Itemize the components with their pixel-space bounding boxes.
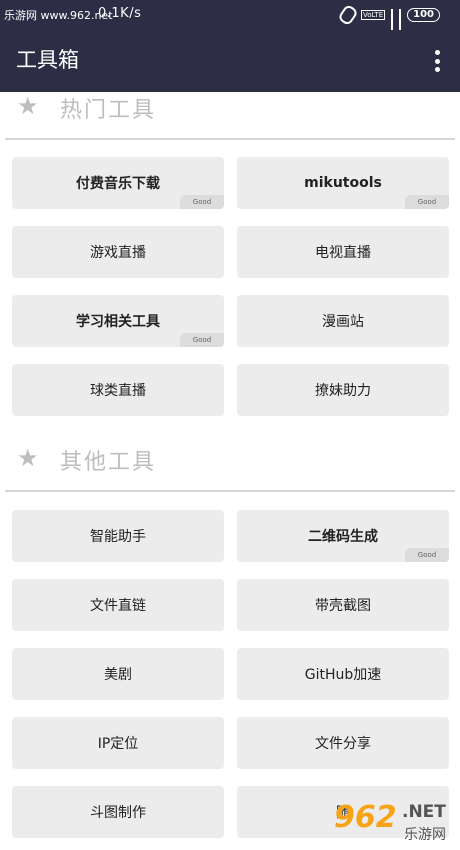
tool-card[interactable]: 二维码生成 Good — [237, 510, 449, 562]
good-badge: Good — [180, 333, 224, 347]
tool-label: GitHub加速 — [304, 667, 382, 683]
tool-card[interactable]: 智能助手 — [12, 510, 224, 562]
signal-4g-icon — [391, 9, 394, 36]
volte-icon: VoLTE — [360, 10, 386, 20]
tool-card[interactable]: 游戏直播 — [12, 226, 224, 278]
good-badge: Good — [180, 195, 224, 209]
divider — [5, 138, 455, 140]
star-icon: ★ — [17, 92, 39, 120]
star-icon: ★ — [17, 444, 39, 472]
battery-icon: 100 — [407, 8, 440, 22]
tool-card[interactable]: mikutools Good — [237, 157, 449, 209]
section-title: 其他工具 — [60, 450, 157, 475]
tool-card[interactable]: GitHub加速 — [237, 648, 449, 700]
page-title: 工具箱 — [16, 48, 79, 72]
tool-label: 电视直播 — [315, 245, 371, 261]
network-speed: 0.1K/s — [98, 6, 142, 21]
logo-number: 962 — [334, 800, 397, 835]
tool-card[interactable]: 漫画站 — [237, 295, 449, 347]
signal-icon — [399, 9, 402, 36]
tool-label: 学习相关工具 — [76, 314, 160, 330]
tool-label: 游戏直播 — [90, 245, 146, 261]
tool-card[interactable]: 球类直播 — [12, 364, 224, 416]
good-badge: Good — [405, 195, 449, 209]
tool-label: 智能助手 — [90, 529, 146, 545]
tool-label: 撩妹助力 — [315, 383, 371, 399]
tool-card[interactable]: 带壳截图 — [237, 579, 449, 631]
more-vert-icon[interactable] — [434, 50, 440, 72]
status-icons: VoLTE 100 — [337, 3, 440, 36]
tool-label: 文件直链 — [90, 598, 146, 614]
tool-label: 带壳截图 — [315, 598, 371, 614]
tool-card[interactable]: 电视直播 — [237, 226, 449, 278]
tool-label: 斗图制作 — [90, 805, 146, 821]
watermark-text: 乐游网 www.962.net — [4, 9, 113, 22]
tool-label: 付费音乐下载 — [76, 176, 160, 192]
good-badge: Good — [405, 548, 449, 562]
tool-label: IP定位 — [97, 736, 139, 752]
tool-card[interactable]: 美剧 — [12, 648, 224, 700]
tool-label: 美剧 — [104, 667, 132, 683]
status-bar: 乐游网 www.962.net 0.1K/s VoLTE 100 — [0, 0, 460, 36]
tool-card[interactable]: 文件分享 — [237, 717, 449, 769]
logo-domain: .NET — [402, 802, 446, 822]
tool-card[interactable]: 撩妹助力 — [237, 364, 449, 416]
tool-label: 漫画站 — [322, 314, 364, 330]
tool-card[interactable]: 付费音乐下载 Good — [12, 157, 224, 209]
tool-label: 球类直播 — [90, 383, 146, 399]
tool-card[interactable]: 斗图制作 — [12, 786, 224, 838]
tool-label: 文件分享 — [315, 736, 371, 752]
divider — [5, 490, 455, 492]
attachment-icon — [337, 3, 359, 27]
tool-card[interactable]: 文件直链 — [12, 579, 224, 631]
tool-label: 二维码生成 — [308, 529, 378, 545]
logo-name: 乐游网 — [404, 827, 446, 843]
tool-card[interactable]: 学习相关工具 Good — [12, 295, 224, 347]
tool-label: mikutools — [304, 175, 382, 191]
app-bar: 工具箱 — [0, 30, 460, 92]
tool-card[interactable]: IP定位 — [12, 717, 224, 769]
site-logo: 962 .NET 乐游网 — [330, 800, 456, 846]
section-title: 热门工具 — [60, 98, 157, 123]
